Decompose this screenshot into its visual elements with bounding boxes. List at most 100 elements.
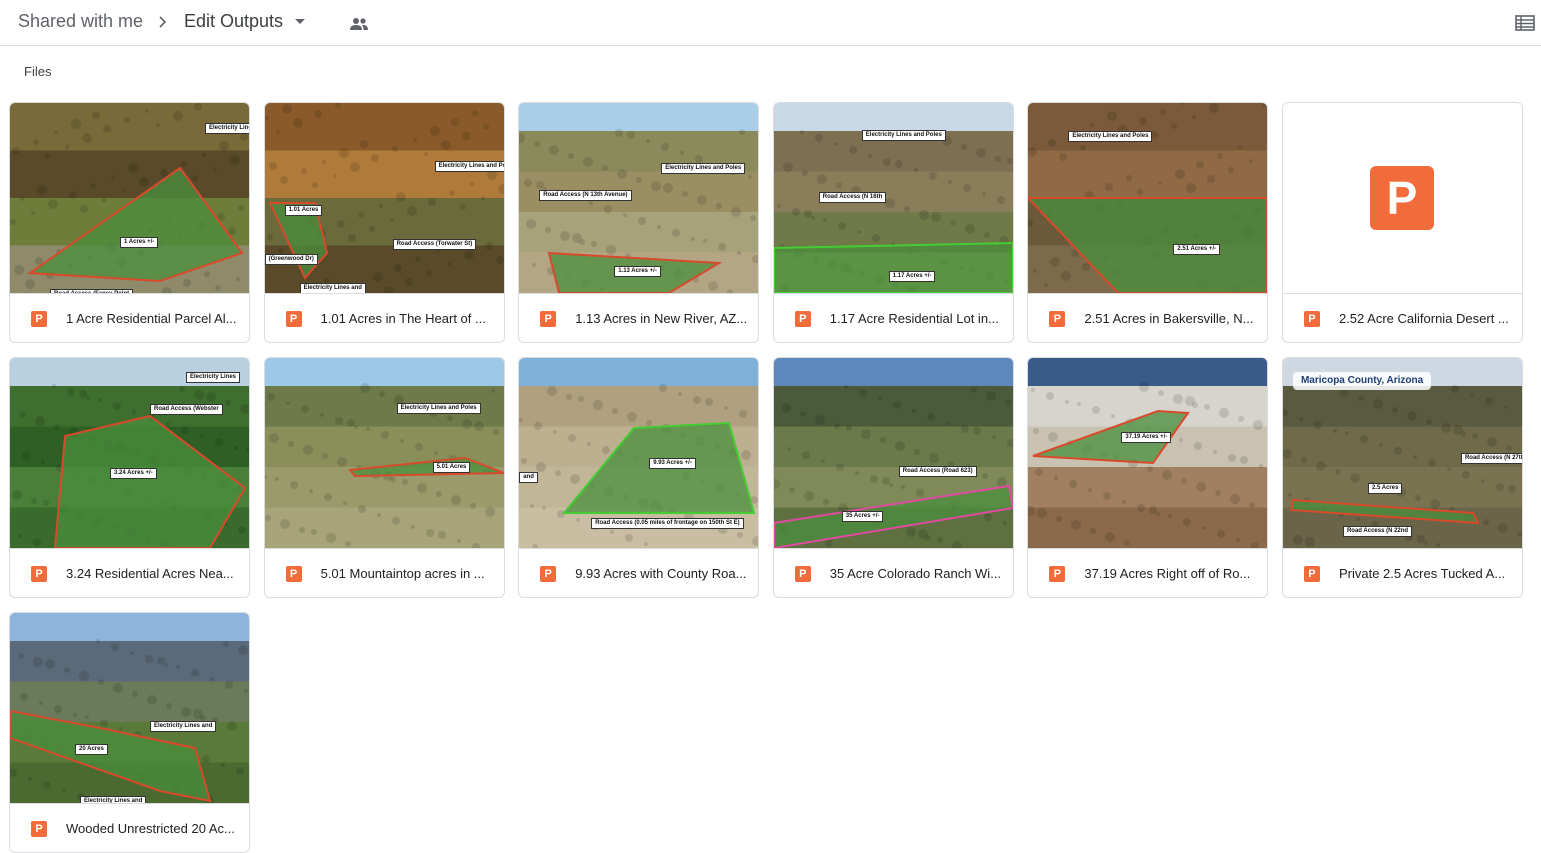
terrain-texture [459,204,466,210]
terrain-texture [945,421,950,425]
terrain-texture [236,277,240,281]
terrain-texture [1194,442,1203,450]
terrain-texture [176,665,180,669]
terrain-texture [627,412,638,422]
terrain-texture [1313,421,1322,429]
terrain-texture [1355,517,1360,521]
terrain-texture [39,701,43,705]
file-card[interactable]: Electricity Lines1 Acres +/-Road Access … [9,102,250,343]
file-card[interactable]: Electricity Lines and Poles Road Access (… [772,102,1014,343]
file-thumbnail[interactable]: 37.19 Acres +/- [1028,358,1268,549]
terrain-texture [856,230,861,234]
file-card-footer[interactable]: P Wooded Unrestricted 20 Ac... [10,804,249,852]
terrain-texture [1196,482,1207,492]
file-card[interactable]: Electricity Lines and Poles Road Access (… [518,102,760,343]
breadcrumb-edit-outputs[interactable]: Edit Outputs [184,11,283,32]
terrain-texture [1240,456,1249,464]
people-icon[interactable] [349,16,369,32]
caret-down-icon[interactable] [294,18,306,26]
terrain-texture [90,183,96,189]
terrain-texture [1175,169,1186,179]
file-thumbnail[interactable]: Electricity Lines and 20 Acres Electricity… [10,613,249,804]
terrain-texture [572,233,583,243]
file-card[interactable]: Maricopa County, Arizona Road Access (N 2… [1281,357,1523,598]
terrain-texture [810,216,815,220]
file-card-footer[interactable]: P 9.93 Acres with County Roa... [519,549,758,597]
file-thumbnail[interactable]: 9.93 Acres +/- Road Access (0.05 miles of… [519,358,759,549]
terrain-texture [225,681,233,689]
file-card-footer[interactable]: P 5.01 Mountaintop acres in ... [265,549,504,597]
terrain-texture [437,531,446,539]
terrain-texture [45,659,55,669]
file-thumbnail[interactable]: Road Access (Road 623) 35 Acres +/- [773,358,1013,549]
file-thumbnail[interactable]: Electricity Lines and Poles Road Access (… [519,103,759,294]
terrain-texture [928,453,939,463]
file-card[interactable]: 37.19 Acres +/- P 37.19 Acres Right off of… [1027,357,1269,598]
file-card[interactable]: Electricity Lines Road Access (Webster 3.2… [9,357,250,598]
terrain-texture [1090,123,1095,127]
terrain-texture [534,422,543,430]
terrain-texture [602,446,611,454]
terrain-texture [181,161,187,167]
file-card-footer[interactable]: P Private 2.5 Acres Tucked A... [1283,549,1522,597]
terrain-texture [991,435,996,439]
terrain-texture [589,201,594,205]
file-grid: Electricity Lines 1 Acres +/- Road Access … [9,102,1529,853]
list-view-icon[interactable] [1515,14,1535,32]
terrain-texture [1056,516,1063,522]
terrain-texture [1440,423,1451,433]
terrain-texture [347,234,356,242]
terrain-texture [1217,153,1224,159]
terrain-texture [947,180,952,184]
terrain-texture [1378,443,1383,447]
file-thumbnail[interactable]: Electricity Lines and Poles Road Access (… [773,103,1013,294]
file-card[interactable]: 9.93 Acres +/- Road Access (0.05 miles of… [518,357,760,598]
breadcrumb-shared-with-me[interactable]: Shared with me [18,11,143,32]
map-annotation: Electricity Lines and Poles [1068,131,1153,142]
file-card-footer[interactable]: P 2.51 Acres in Bakersville, N... [1028,294,1267,342]
file-thumbnail[interactable]: Maricopa County, Arizona Road Access (N 2… [1282,358,1522,549]
file-thumbnail[interactable]: Electricity Lines and Poles 1.01 Acres Roa… [264,103,504,294]
terrain-texture [1082,263,1091,271]
file-card[interactable]: Electricity Lines and Poles 2.51 Acres +/… [1027,102,1269,343]
file-card[interactable]: Electricity Lines and 20 Acres Electricity… [9,612,250,853]
file-card-footer[interactable]: P 1 Acre Residential Parcel Al... [10,294,249,342]
file-card[interactable]: Electricity Lines and Poles 1.01 Acres Roa… [263,102,505,343]
file-card[interactable]: Electricity Lines and Poles 5.01 Acres P 5.… [263,357,505,598]
file-card-footer[interactable]: P 2.52 Acre California Desert ... [1283,294,1522,342]
file-card-footer[interactable]: P 1.17 Acre Residential Lot in... [774,294,1013,342]
terrain-texture [480,196,485,200]
file-card-footer[interactable]: P 37.19 Acres Right off of Ro... [1028,549,1267,597]
terrain-texture [160,169,168,177]
powerpoint-icon: P [1049,566,1066,582]
terrain-texture [92,111,100,119]
file-thumbnail[interactable]: P [1282,103,1522,294]
terrain-texture [1139,382,1150,392]
terrain-texture [1507,485,1516,493]
file-card[interactable]: Road Access (Road 623) 35 Acres +/- P 35 Ac… [772,357,1014,598]
file-card[interactable]: P P 2.52 Acre California Desert ... [1281,102,1523,343]
file-card-footer[interactable]: P 1.01 Acres in The Heart of ... [265,294,504,342]
file-card-footer[interactable]: P 35 Acre Colorado Ranch Wi... [774,549,1013,597]
terrain-texture [376,513,381,517]
terrain-texture [292,118,303,128]
file-card-footer[interactable]: P 3.24 Residential Acres Nea... [10,549,249,597]
powerpoint-icon: P [31,566,47,582]
terrain-texture [166,422,170,426]
file-thumbnail[interactable]: Electricity Lines Road Access (Webster 3.2… [10,358,249,549]
map-annotation: 1.13 Acres +/- [614,266,661,277]
terrain-texture [801,170,808,176]
file-thumbnail[interactable]: Electricity Lines1 Acres +/-Road Access … [10,103,249,294]
terrain-texture [646,420,653,426]
terrain-texture [1037,508,1048,518]
terrain-texture [1185,396,1196,406]
terrain-texture [332,174,337,178]
terrain-texture [244,689,248,693]
terrain-texture [542,506,547,510]
file-thumbnail[interactable]: Electricity Lines and Poles 5.01 Acres [264,358,504,549]
file-card-footer[interactable]: P 1.13 Acres in New River, AZ... [519,294,758,342]
file-thumbnail[interactable]: Electricity Lines and Poles 2.51 Acres +/… [1028,103,1268,294]
terrain-texture [391,146,398,152]
terrain-texture [64,667,70,673]
terrain-texture [623,213,628,217]
